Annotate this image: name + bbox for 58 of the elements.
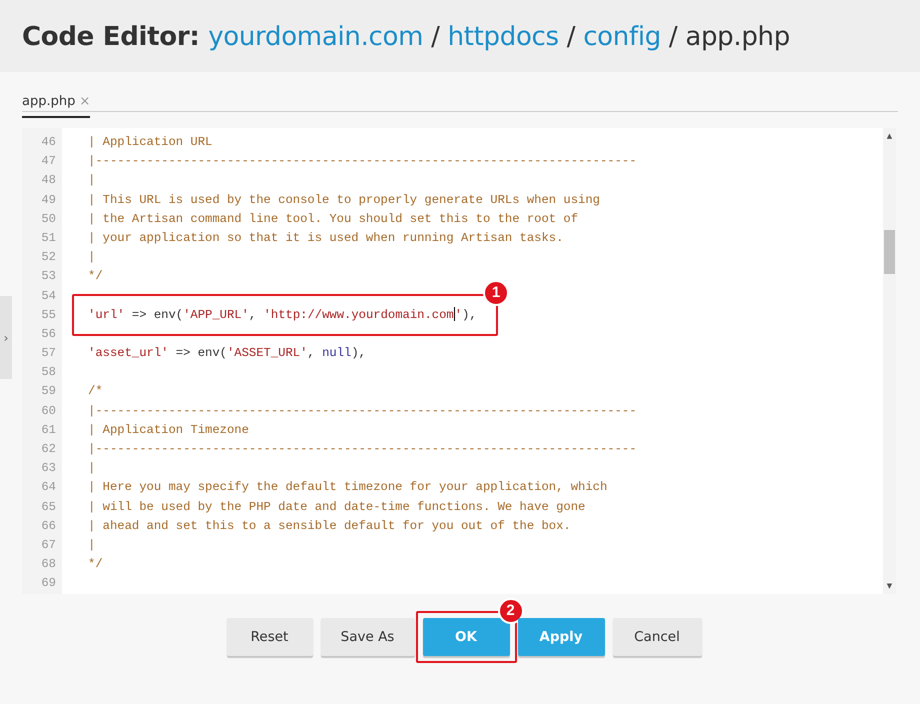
line-number: 56 [40,326,57,343]
breadcrumb-separator: / [566,22,576,52]
file-tab[interactable]: app.php × [22,92,90,118]
line-number: 63 [40,460,57,478]
line-number: 55 [40,306,57,324]
code-line: | [87,536,96,554]
line-number: 52 [40,249,57,266]
code-line: | ahead and set this to a sensible default for you out of the box. [87,518,572,535]
line-number: 53 [40,268,57,286]
code-line: | Here you may specify the default timezone for your application, which [87,479,608,496]
callout-badge: 1 [483,280,509,306]
code-line: */ [87,268,104,286]
code-line: | [87,249,96,266]
line-number: 66 [40,518,57,535]
code-line: 'asset_url' => env('ASSET_URL', null), [87,345,367,362]
dialog-button[interactable]: Reset [226,618,312,656]
code-line: | Application URL [87,134,214,151]
line-number: 59 [40,383,57,400]
code-line: |-------------------------------------------------------------------------- [87,441,638,458]
page-title: Code Editor: [22,22,200,52]
code-line: |-------------------------------------------------------------------------- [87,153,638,170]
line-number: 67 [40,536,57,554]
code-line: | [87,460,96,478]
line-number: 64 [40,479,57,496]
breadcrumb-separator: / [430,22,441,52]
text-cursor [454,307,455,322]
breadcrumb-current: app.php [685,22,790,52]
code-line: |-------------------------------------------------------------------------- [87,402,638,420]
line-number: 54 [40,288,57,304]
line-number: 65 [40,498,57,516]
breadcrumb-separator: / [668,22,678,52]
line-number: 48 [40,172,57,190]
code-line: 'url' => env('APP_URL', 'http://www.yourdomain.com'), [87,306,478,324]
code-line: | [87,172,96,190]
code-line: | your application so that it is used when running Artisan tasks. [87,230,564,247]
callout-badge: 2 [498,598,524,624]
code-line: | This URL is used by the console to properly generate URLs when using [87,192,601,209]
line-number: 46 [40,134,57,151]
dialog-button[interactable]: Save As [320,618,414,656]
code-line: | the Artisan command line tool. You should set this to the root of [87,210,580,228]
line-number: 69 [40,575,57,592]
line-number: 49 [40,192,57,209]
line-number: 68 [40,556,57,574]
line-number: 58 [40,364,57,382]
line-number: 60 [40,402,57,420]
line-number: 62 [40,441,57,458]
line-number: 47 [40,153,57,170]
code-line: | Application Timezone [87,422,250,439]
line-number: 50 [40,210,57,228]
collapse-handle[interactable]: › [0,296,12,379]
line-number: 51 [40,230,57,247]
dialog-button[interactable]: Cancel [612,618,702,656]
code-line: */ [87,556,104,574]
code-line: /* [87,383,104,400]
code-line: | will be used by the PHP date and date-time functions. We have gone [87,498,586,516]
scroll-thumb[interactable] [884,230,895,274]
line-number: 61 [40,422,57,439]
line-number: 57 [40,345,57,362]
